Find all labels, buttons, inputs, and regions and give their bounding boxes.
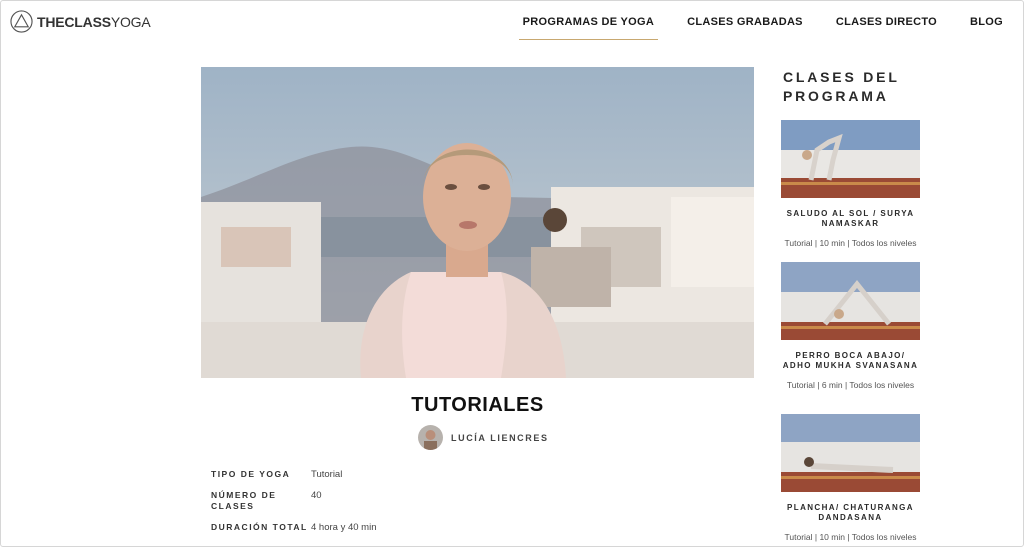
class-card[interactable]: PLANCHA/ CHATURANGA DANDASANA Tutorial |… bbox=[781, 414, 920, 542]
class-title: PERRO BOCA ABAJO/ ADHO MUKHA SVANASANA bbox=[782, 351, 919, 370]
page: THECLASSYOGA PROGRAMAS DE YOGA CLASES GR… bbox=[0, 0, 1024, 547]
nav-clases-directo[interactable]: CLASES DIRECTO bbox=[832, 16, 941, 40]
nav-programas-de-yoga[interactable]: PROGRAMAS DE YOGA bbox=[518, 16, 659, 40]
class-card[interactable]: PERRO BOCA ABAJO/ ADHO MUKHA SVANASANA T… bbox=[781, 262, 920, 390]
site-logo[interactable]: THECLASSYOGA bbox=[10, 10, 151, 33]
class-card[interactable]: SALUDO AL SOL / SURYA NAMASKAR Tutorial … bbox=[781, 120, 920, 248]
sidebar-title: CLASES DEL PROGRAMA bbox=[783, 69, 900, 104]
detail-label: DURACIÓN TOTAL bbox=[211, 522, 308, 532]
class-meta: Tutorial | 6 min | Todos los niveles bbox=[786, 380, 915, 390]
logo-wordmark: THECLASSYOGA bbox=[37, 13, 151, 30]
detail-value: Tutorial bbox=[311, 469, 343, 480]
class-thumbnail[interactable] bbox=[781, 120, 920, 198]
detail-row: DURACIÓN TOTAL 4 hora y 40 min bbox=[211, 522, 376, 533]
program-title: TUTORIALES bbox=[411, 394, 544, 416]
top-navigation-bar: THECLASSYOGA PROGRAMAS DE YOGA CLASES GR… bbox=[1, 1, 1023, 45]
teacher-name: LUCÍA LIENCRES bbox=[451, 432, 549, 443]
class-title: PLANCHA/ CHATURANGA DANDASANA bbox=[787, 503, 914, 522]
detail-label: TIPO DE YOGA bbox=[211, 469, 291, 479]
class-meta: Tutorial | 10 min | Todos los niveles bbox=[784, 532, 917, 542]
class-thumbnail[interactable] bbox=[781, 262, 920, 340]
class-thumbnail[interactable] bbox=[781, 414, 920, 492]
program-video[interactable] bbox=[201, 67, 754, 378]
detail-label: NÚMERO DE CLASES bbox=[211, 490, 277, 511]
class-meta: Tutorial | 10 min | Todos los niveles bbox=[784, 238, 917, 248]
teacher-link[interactable]: LUCÍA LIENCRES bbox=[418, 425, 549, 450]
detail-value: 4 hora y 40 min bbox=[311, 522, 377, 533]
class-title: SALUDO AL SOL / SURYA NAMASKAR bbox=[786, 209, 915, 228]
detail-row: TIPO DE YOGA Tutorial bbox=[211, 469, 376, 480]
triangle-circle-logo-icon bbox=[10, 10, 33, 33]
detail-row: NÚMERO DE CLASES 40 bbox=[211, 490, 376, 512]
main-nav: PROGRAMAS DE YOGA CLASES GRABADAS CLASES… bbox=[518, 16, 1007, 40]
detail-value: 40 bbox=[311, 490, 322, 501]
nav-blog[interactable]: BLOG bbox=[966, 16, 1007, 40]
program-details: TIPO DE YOGA Tutorial NÚMERO DE CLASES 4… bbox=[211, 469, 376, 543]
avatar bbox=[418, 425, 443, 450]
nav-clases-grabadas[interactable]: CLASES GRABADAS bbox=[683, 16, 807, 40]
